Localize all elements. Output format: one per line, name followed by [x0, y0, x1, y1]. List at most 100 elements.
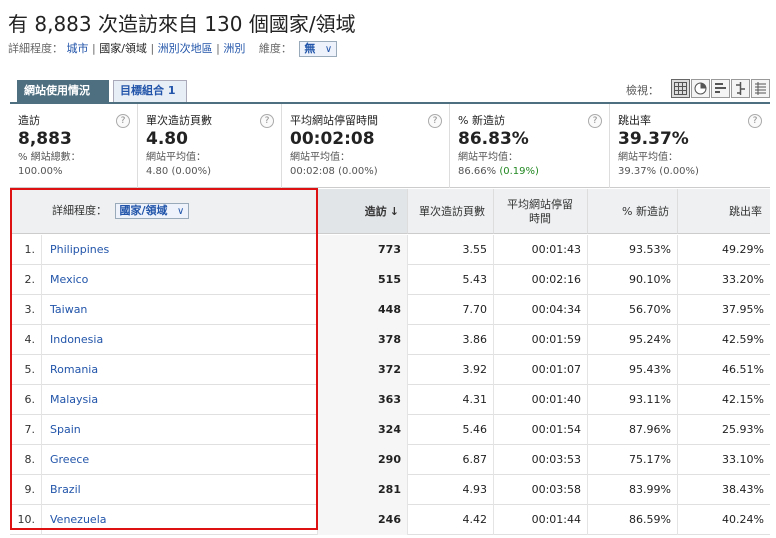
cell-new: 93.11% — [588, 385, 678, 415]
cell-idx: 2. — [10, 265, 42, 295]
chevron-down-icon: ∨ — [177, 206, 185, 217]
compare-view-icon[interactable] — [731, 79, 750, 98]
cell-idx: 10. — [10, 505, 42, 535]
table-dimension-select[interactable]: 國家/領域 ∨ — [114, 203, 190, 219]
detail-level-bar: 詳細程度： 城市 | 國家/領域 | 洲別次地區 | 洲別 維度： 無 ∨ — [8, 40, 338, 57]
dimension-value: 無 — [304, 42, 316, 55]
cell-time: 00:01:07 — [494, 355, 588, 385]
cell-time: 00:02:16 — [494, 265, 588, 295]
dimension-select[interactable]: 無 ∨ — [299, 41, 338, 57]
cell-time: 00:01:59 — [494, 325, 588, 355]
cell-new: 95.24% — [588, 325, 678, 355]
detail-link-subcontinent[interactable]: 洲別次地區 — [158, 42, 213, 55]
cell-country[interactable]: Philippines — [42, 235, 318, 265]
help-icon[interactable]: ? — [260, 114, 274, 128]
cell-pages: 4.42 — [408, 505, 494, 535]
table-row: 1. Philippines 773 3.55 00:01:43 93.53% 49.29% — [10, 235, 770, 265]
cell-pages: 3.86 — [408, 325, 494, 355]
cell-bounce: 46.51% — [722, 363, 764, 376]
cell-visits: 246 — [318, 505, 408, 535]
cell-idx: 1. — [10, 235, 42, 265]
cell-visits: 448 — [318, 295, 408, 325]
cell-pages: 6.87 — [408, 445, 494, 475]
table-row: 7. Spain 324 5.46 00:01:54 87.96% 25.93% — [10, 415, 770, 445]
cell-bounce: 49.29% — [722, 243, 764, 256]
detail-link-continent[interactable]: 洲別 — [223, 42, 245, 55]
cell-bounce: 33.10% — [722, 453, 764, 466]
cell-visits: 290 — [318, 445, 408, 475]
cell-country[interactable]: Romania — [42, 355, 318, 385]
help-icon[interactable]: ? — [588, 114, 602, 128]
table-view-icon[interactable] — [671, 79, 690, 98]
detail-link-country[interactable]: 國家/領域 — [99, 42, 147, 55]
cell-time: 00:03:58 — [494, 475, 588, 505]
cell-time: 00:01:40 — [494, 385, 588, 415]
cell-country[interactable]: Brazil — [42, 475, 318, 505]
table-row: 5. Romania 372 3.92 00:01:07 95.43% 46.51% — [10, 355, 770, 385]
table-row: 6. Malaysia 363 4.31 00:01:40 93.11% 42.15% — [10, 385, 770, 415]
help-icon[interactable]: ? — [428, 114, 442, 128]
cell-visits: 324 — [318, 415, 408, 445]
cell-pages: 3.92 — [408, 355, 494, 385]
cell-idx: 6. — [10, 385, 42, 415]
cell-idx: 9. — [10, 475, 42, 505]
column-header-visits[interactable]: 造訪 ↓ — [318, 189, 408, 234]
cell-visits: 363 — [318, 385, 408, 415]
view-label: 檢視： — [626, 84, 659, 97]
cell-country[interactable]: Taiwan — [42, 295, 318, 325]
column-header-pages-per-visit[interactable]: 單次造訪頁數 — [408, 189, 494, 234]
cell-country[interactable]: Malaysia — [42, 385, 318, 415]
help-icon[interactable]: ? — [748, 114, 762, 128]
cell-idx: 3. — [10, 295, 42, 325]
cell-new: 95.43% — [588, 355, 678, 385]
cell-bounce: 42.15% — [722, 393, 764, 406]
column-header-bounce-rate[interactable]: 跳出率 — [678, 189, 770, 234]
cell-bounce: 33.20% — [722, 273, 764, 286]
detail-level-label: 詳細程度： — [8, 42, 63, 55]
sort-down-icon: ↓ — [389, 204, 399, 218]
cell-pages: 4.93 — [408, 475, 494, 505]
table-row: 9. Brazil 281 4.93 00:03:58 83.99% 38.43% — [10, 475, 770, 505]
cell-new: 90.10% — [588, 265, 678, 295]
cell-country[interactable]: Greece — [42, 445, 318, 475]
bar-view-icon[interactable] — [711, 79, 730, 98]
table-row: 8. Greece 290 6.87 00:03:53 75.17% 33.10% — [10, 445, 770, 475]
metric-bounce-rate: 跳出率 39.37% 網站平均值： 39.37% (0.00%) ? — [610, 104, 770, 188]
cell-new: 83.99% — [588, 475, 678, 505]
cell-idx: 4. — [10, 325, 42, 355]
column-header-new-visits[interactable]: % 新造訪 — [588, 189, 678, 234]
cell-time: 00:01:44 — [494, 505, 588, 535]
cell-time: 00:03:53 — [494, 445, 588, 475]
cell-bounce: 42.59% — [722, 333, 764, 346]
page-title: 有 8,883 次造訪來自 130 個國家/領域 — [8, 12, 356, 36]
cell-country[interactable]: Mexico — [42, 265, 318, 295]
pivot-view-icon[interactable] — [751, 79, 770, 98]
cell-new: 87.96% — [588, 415, 678, 445]
tab-goal-set-1[interactable]: 目標組合 1 — [113, 80, 187, 102]
cell-bounce: 38.43% — [722, 483, 764, 496]
cell-pages: 5.43 — [408, 265, 494, 295]
cell-visits: 372 — [318, 355, 408, 385]
cell-time: 00:01:54 — [494, 415, 588, 445]
cell-country[interactable]: Venezuela — [42, 505, 318, 535]
metrics-summary: 造訪 8,883 % 網站總數： 100.00% ? 單次造訪頁數 4.80 網… — [10, 104, 770, 188]
pie-view-icon[interactable] — [691, 79, 710, 98]
cell-new: 86.59% — [588, 505, 678, 535]
cell-new: 93.53% — [588, 235, 678, 265]
column-header-avg-time[interactable]: 平均網站停留時間 — [494, 189, 588, 234]
help-icon[interactable]: ? — [116, 114, 130, 128]
chevron-down-icon: ∨ — [324, 44, 333, 55]
cell-idx: 5. — [10, 355, 42, 385]
detail-link-city[interactable]: 城市 — [67, 42, 89, 55]
metric-new-visits: % 新造訪 86.83% 網站平均值： 86.66% (0.19%) ? — [450, 104, 610, 188]
table-row: 2. Mexico 515 5.43 00:02:16 90.10% 33.20% — [10, 265, 770, 295]
cell-time: 00:04:34 — [494, 295, 588, 325]
table-header-dimension: 詳細程度： 國家/領域 ∨ — [10, 189, 318, 234]
cell-pages: 7.70 — [408, 295, 494, 325]
cell-new: 56.70% — [588, 295, 678, 325]
tab-site-usage[interactable]: 網站使用情況 — [17, 80, 109, 102]
cell-country[interactable]: Indonesia — [42, 325, 318, 355]
cell-idx: 8. — [10, 445, 42, 475]
cell-visits: 378 — [318, 325, 408, 355]
cell-country[interactable]: Spain — [42, 415, 318, 445]
